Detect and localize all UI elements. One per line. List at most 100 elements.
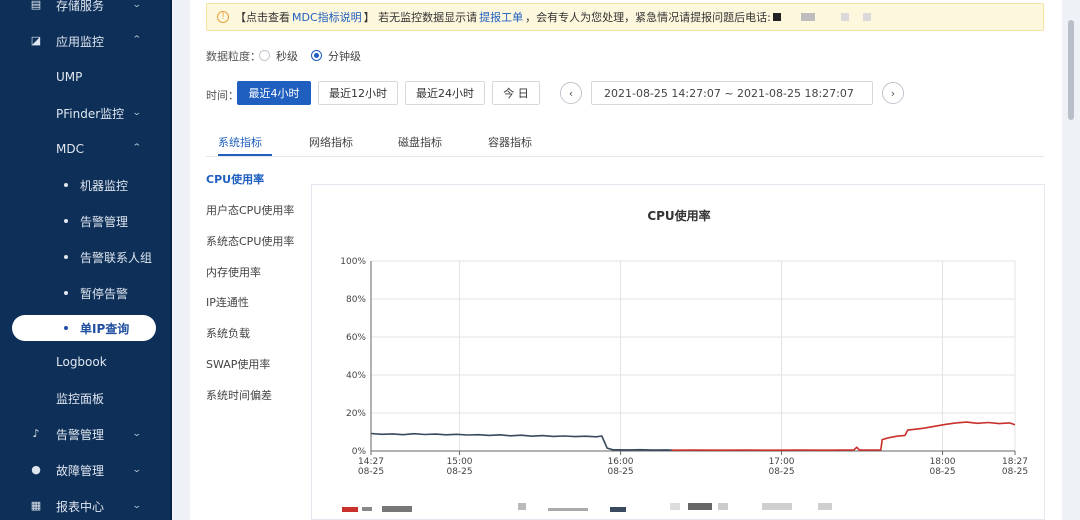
redacted-phone [862,13,871,21]
x-tick-date: 08-25 [607,467,633,477]
tab-system-metrics[interactable]: 系统指标 [218,134,262,150]
sidebar-item-alert-manage[interactable]: 告警管理 [0,206,172,236]
sidebar-item-machine-monitor[interactable]: 机器监控 [0,170,172,200]
last-4h-button[interactable]: 最近4小时 [237,81,311,105]
sidebar-item-ump[interactable]: UMP [0,62,172,92]
today-button[interactable]: 今 日 [492,81,540,105]
redacted-legend-label [762,503,792,510]
metric-ip-connectivity[interactable]: IP连通性 [206,294,249,310]
redacted-legend-label [818,503,832,510]
sidebar-item-label: 监控面板 [56,391,105,406]
legend-swatch-red[interactable] [342,507,358,512]
report-icon: ▦ [30,499,42,512]
warning-icon: ! [217,11,229,23]
x-tick-date: 08-25 [929,467,955,477]
notice-text: 【点击查看 [235,11,290,24]
redacted-legend-label [518,503,526,510]
chevron-up-icon: ⌃ [131,143,142,153]
bullet-icon [64,183,68,187]
redacted-legend-label [548,508,588,511]
cpu-line-chart: 0%20%40%60%80%100%14:2708-2515:0008-2516… [340,257,1028,477]
metric-cpu-usage[interactable]: CPU使用率 [206,171,264,187]
sidebar-item-label: 故障管理 [56,463,105,478]
chevron-down-icon: ⌄ [131,465,142,475]
redacted-legend-label [670,503,680,510]
x-tick-date: 08-25 [446,467,472,477]
fault-icon: ● [31,463,41,476]
last-24h-button[interactable]: 最近24小时 [405,81,485,105]
metric-memory-usage[interactable]: 内存使用率 [206,264,261,280]
y-tick-label: 0% [352,447,367,457]
y-tick-label: 60% [346,333,366,343]
chevron-left-icon[interactable]: ‹ [560,82,582,104]
sidebar-item-faults[interactable]: ● 故障管理 ⌄ [0,455,172,485]
tab-network-metrics[interactable]: 网络指标 [309,134,353,150]
bell-icon: ♪ [32,427,40,440]
sidebar-item-logbook[interactable]: Logbook [0,347,172,377]
y-tick-label: 40% [346,371,366,381]
chevron-down-icon: ⌄ [131,0,142,10]
notice-text: ，会有专人为您处理，紧急情况请提报问题后电话: [525,11,771,24]
sidebar-item-mdc[interactable]: MDC ⌃ [0,134,172,164]
redacted-phone [800,13,815,21]
tab-disk-metrics[interactable]: 磁盘指标 [398,134,442,150]
date-range-picker[interactable]: 2021-08-25 14:27:07 ~ 2021-08-25 18:27:0… [591,81,873,105]
cpu-chart-panel: CPU使用率 0% 20% 40% 60% 80% 100% 14:27 08-25 15:00… [311,184,1045,520]
redacted-legend-label [382,506,412,512]
sidebar-item-label: 应用监控 [56,34,105,49]
legend-swatch-dark[interactable] [610,507,626,512]
notice-text: 】 若无监控数据显示请 [363,11,478,24]
metric-swap-usage[interactable]: SWAP使用率 [206,356,270,372]
metric-system-cpu[interactable]: 系统态CPU使用率 [206,233,294,249]
chevron-down-icon: ⌄ [131,501,142,511]
tab-container-metrics[interactable]: 容器指标 [488,134,532,150]
sidebar-item-label: PFinder监控 [56,106,125,121]
sidebar-item-label: 单IP查询 [80,322,130,336]
chevron-down-icon: ⌄ [131,108,142,118]
sidebar-item-alert-contacts[interactable]: 告警联系人组 [0,242,172,272]
x-tick-label: 15:00 [447,457,473,467]
bullet-icon [64,326,68,330]
redacted-phone [840,13,849,21]
sidebar-item-label: Logbook [56,355,107,369]
page-scrollbar[interactable] [1068,20,1074,120]
sidebar-item-single-ip-query[interactable]: 单IP查询 [12,315,156,341]
submit-ticket-link[interactable]: 提报工单 [479,9,523,25]
time-label: 时间： [206,89,239,102]
sidebar-item-pause-alert[interactable]: 暂停告警 [0,278,172,308]
granularity-second-radio[interactable] [259,50,270,61]
tabs-divider [206,156,1044,157]
metric-user-cpu[interactable]: 用户态CPU使用率 [206,202,294,218]
x-tick-label: 14:27 [358,457,384,467]
redacted-legend-label [688,503,712,510]
main-panel: ! 【点击查看 MDC指标说明 】 若无监控数据显示请 提报工单 ，会有专人为您… [190,0,1062,520]
last-12h-button[interactable]: 最近12小时 [318,81,398,105]
x-tick-label: 17:00 [769,457,795,467]
bullet-icon [64,255,68,259]
chart-legend [342,503,1022,517]
sidebar-item-label: 存储服务 [56,0,105,13]
sidebar-item-pfinder[interactable]: PFinder监控 ⌄ [0,98,172,128]
granularity-option-label[interactable]: 分钟级 [328,48,361,64]
mdc-metric-doc-link[interactable]: MDC指标说明 [292,9,362,25]
chevron-right-icon[interactable]: › [882,82,904,104]
metric-system-load[interactable]: 系统负载 [206,325,250,341]
x-tick-date: 08-25 [358,467,384,477]
metric-time-offset[interactable]: 系统时间偏差 [206,387,272,403]
y-tick-label: 100% [340,257,366,267]
sidebar-item-storage[interactable]: ▤ 存储服务 ⌄ [0,0,172,20]
sidebar-item-app-monitor[interactable]: ◪ 应用监控 ⌃ [0,26,172,56]
sidebar-item-label: 告警联系人组 [80,250,153,265]
sidebar: ▤ 存储服务 ⌄ ◪ 应用监控 ⌃ UMP PFinder监控 ⌄ MDC ⌃ … [0,0,172,520]
monitor-icon: ◪ [30,34,42,47]
granularity-option-label[interactable]: 秒级 [276,48,298,64]
sidebar-item-dashboard[interactable]: 监控面板 [0,383,172,413]
sidebar-item-alarms[interactable]: ♪ 告警管理 ⌄ [0,419,172,449]
chevron-down-icon: ⌄ [131,429,142,439]
sidebar-item-label: 暂停告警 [80,286,129,301]
sidebar-item-reports[interactable]: ▦ 报表中心 ⌄ [0,491,172,520]
sidebar-divider [170,0,172,520]
bullet-icon [64,219,68,223]
granularity-minute-radio[interactable] [311,50,322,61]
chevron-up-icon: ⌃ [131,35,142,45]
